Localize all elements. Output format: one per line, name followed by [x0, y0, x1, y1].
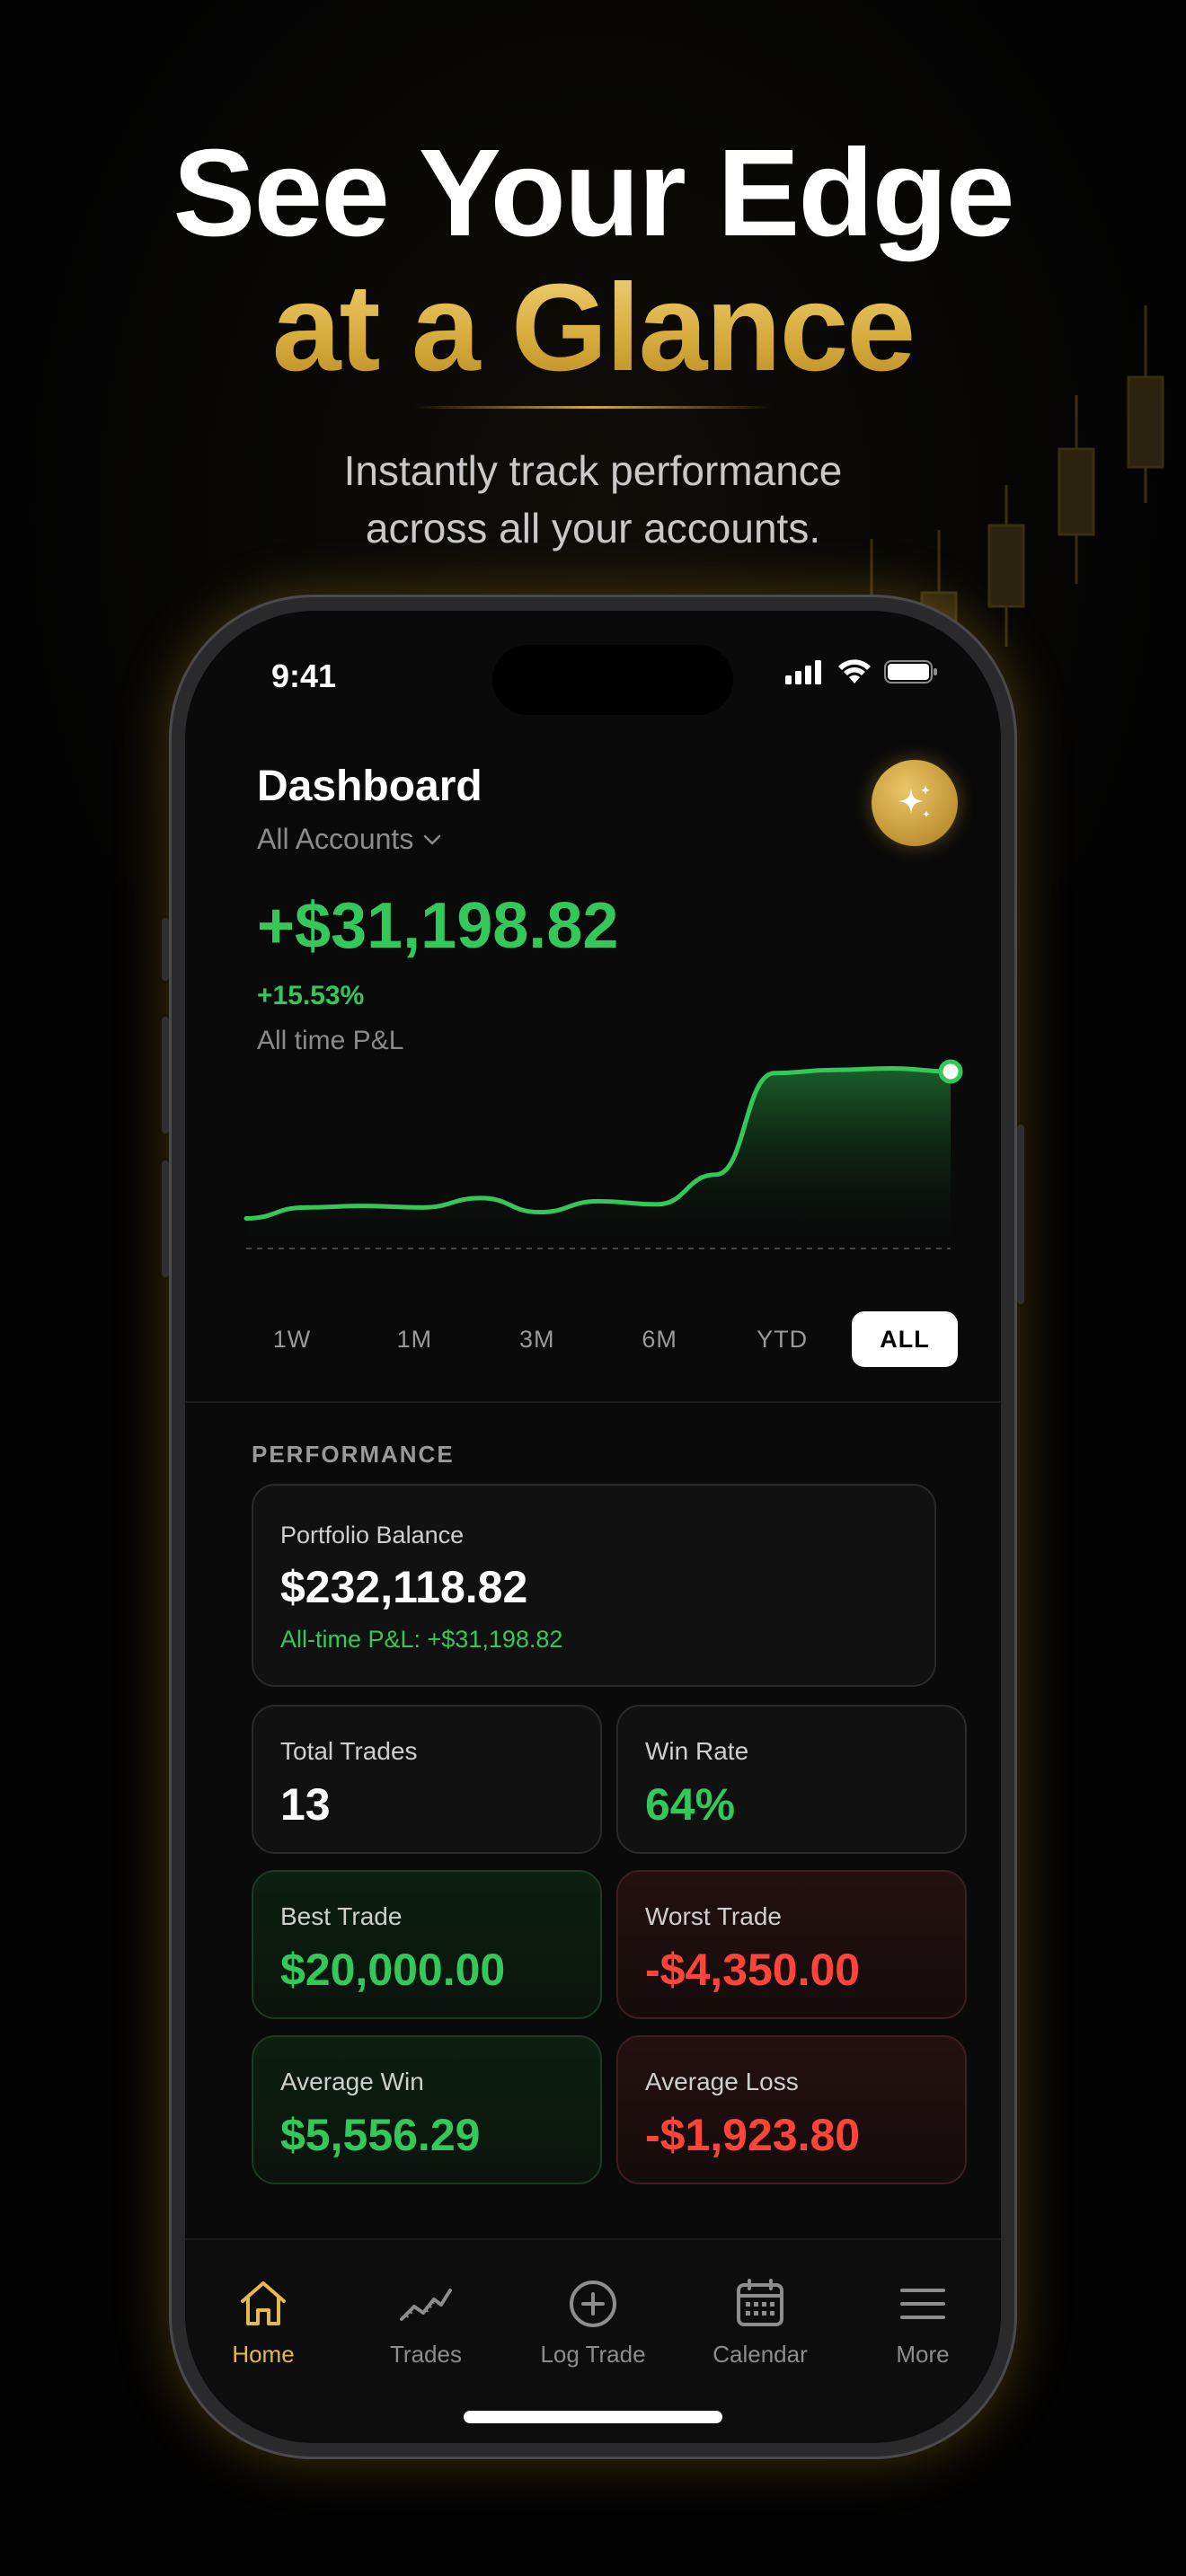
tab-calendar[interactable]: Calendar	[693, 2272, 828, 2369]
chart-endpoint-marker	[938, 1059, 963, 1084]
portfolio-balance-label: Portfolio Balance	[280, 1522, 465, 1548]
win-rate-card[interactable]: Win Rate 64%	[616, 1705, 967, 1854]
sparkles-icon	[898, 785, 931, 818]
range-all-button[interactable]: ALL	[851, 1311, 958, 1367]
average-loss-value: -$1,923.80	[645, 2110, 861, 2160]
range-3m-button[interactable]: 3M	[484, 1311, 590, 1367]
tab-log-trade-label: Log Trade	[540, 2341, 646, 2368]
portfolio-balance-value: $232,118.82	[280, 1562, 528, 1612]
status-bar: 9:41	[185, 611, 1001, 728]
menu-icon	[900, 2289, 945, 2319]
average-loss-card[interactable]: Average Loss -$1,923.80	[616, 2035, 967, 2184]
tab-trades-label: Trades	[390, 2341, 462, 2368]
tab-more[interactable]: More	[855, 2272, 990, 2369]
range-1m-button[interactable]: 1M	[361, 1311, 467, 1367]
account-selector-label: All Accounts	[257, 823, 414, 855]
total-trades-value: 13	[280, 1779, 331, 1830]
hero-divider	[413, 406, 773, 409]
battery-icon	[884, 660, 937, 684]
portfolio-balance-card[interactable]: Portfolio Balance $232,118.82 All-time P…	[252, 1484, 936, 1687]
phone-volume-up-button	[162, 1017, 169, 1134]
pnl-area-chart	[243, 1059, 963, 1249]
total-trades-card[interactable]: Total Trades 13	[252, 1705, 602, 1854]
hero-subtitle-line2: across all your accounts.	[365, 505, 821, 551]
range-1w-button[interactable]: 1W	[239, 1311, 345, 1367]
ai-insights-button[interactable]	[872, 760, 958, 846]
phone-side-button	[1017, 1125, 1024, 1304]
tab-home-label: Home	[232, 2341, 295, 2368]
tab-more-label: More	[896, 2341, 950, 2368]
chevron-down-icon	[424, 834, 441, 844]
best-trade-card[interactable]: Best Trade $20,000.00	[252, 1870, 602, 2019]
tab-log-trade[interactable]: Log Trade	[526, 2272, 660, 2369]
total-trades-label: Total Trades	[280, 1737, 418, 1765]
calendar-icon	[737, 2279, 783, 2326]
home-icon	[241, 2281, 286, 2325]
chart-area-fill	[246, 1068, 951, 1248]
plus-circle-icon	[570, 2280, 616, 2327]
average-win-value: $5,556.29	[280, 2110, 481, 2160]
phone-action-button	[162, 918, 169, 981]
average-win-card[interactable]: Average Win $5,556.29	[252, 2035, 602, 2184]
tab-calendar-label: Calendar	[712, 2341, 808, 2368]
tab-bar: Home Trades Log Trade Calendar More	[185, 2238, 1001, 2443]
dynamic-island	[492, 645, 733, 715]
win-rate-value: 64%	[645, 1779, 736, 1830]
status-time: 9:41	[271, 657, 337, 694]
worst-trade-value: -$4,350.00	[645, 1945, 861, 1995]
average-loss-label: Average Loss	[645, 2068, 799, 2095]
pnl-value: +$31,198.82	[257, 890, 619, 962]
worst-trade-card[interactable]: Worst Trade -$4,350.00	[616, 1870, 967, 2019]
hero-title-line1: See Your Edge	[173, 124, 1014, 262]
average-win-label: Average Win	[280, 2068, 424, 2095]
hero-subtitle: Instantly track performance across all y…	[0, 442, 1186, 557]
home-indicator[interactable]	[464, 2411, 722, 2423]
phone-frame: 9:41 Dashboard All Accounts +$31,198.82 …	[162, 595, 1024, 2459]
trend-line-icon	[400, 2289, 452, 2321]
phone-screen: 9:41 Dashboard All Accounts +$31,198.82 …	[185, 611, 1001, 2443]
status-icons	[785, 659, 938, 684]
range-6m-button[interactable]: 6M	[606, 1311, 712, 1367]
hero-title-line2: at a Glance	[0, 260, 1186, 395]
wifi-icon	[838, 659, 871, 684]
time-range-selector: 1W 1M 3M 6M YTD ALL	[239, 1311, 958, 1367]
range-ytd-button[interactable]: YTD	[730, 1311, 836, 1367]
tab-home[interactable]: Home	[196, 2272, 331, 2369]
worst-trade-label: Worst Trade	[645, 1902, 782, 1930]
best-trade-label: Best Trade	[280, 1902, 403, 1930]
section-divider	[185, 1401, 1001, 1403]
account-selector[interactable]: All Accounts	[257, 823, 442, 856]
win-rate-label: Win Rate	[645, 1737, 749, 1765]
tab-trades[interactable]: Trades	[358, 2272, 493, 2369]
portfolio-pnl-text: All-time P&L: +$31,198.82	[280, 1626, 563, 1653]
dashboard-title: Dashboard	[257, 763, 482, 810]
best-trade-value: $20,000.00	[280, 1945, 506, 1995]
phone-volume-down-button	[162, 1160, 169, 1277]
cellular-signal-icon	[785, 660, 821, 684]
performance-section-label: PERFORMANCE	[252, 1441, 455, 1468]
hero-headline: See Your Edge at a Glance	[0, 126, 1186, 395]
hero-subtitle-line1: Instantly track performance	[343, 447, 843, 494]
